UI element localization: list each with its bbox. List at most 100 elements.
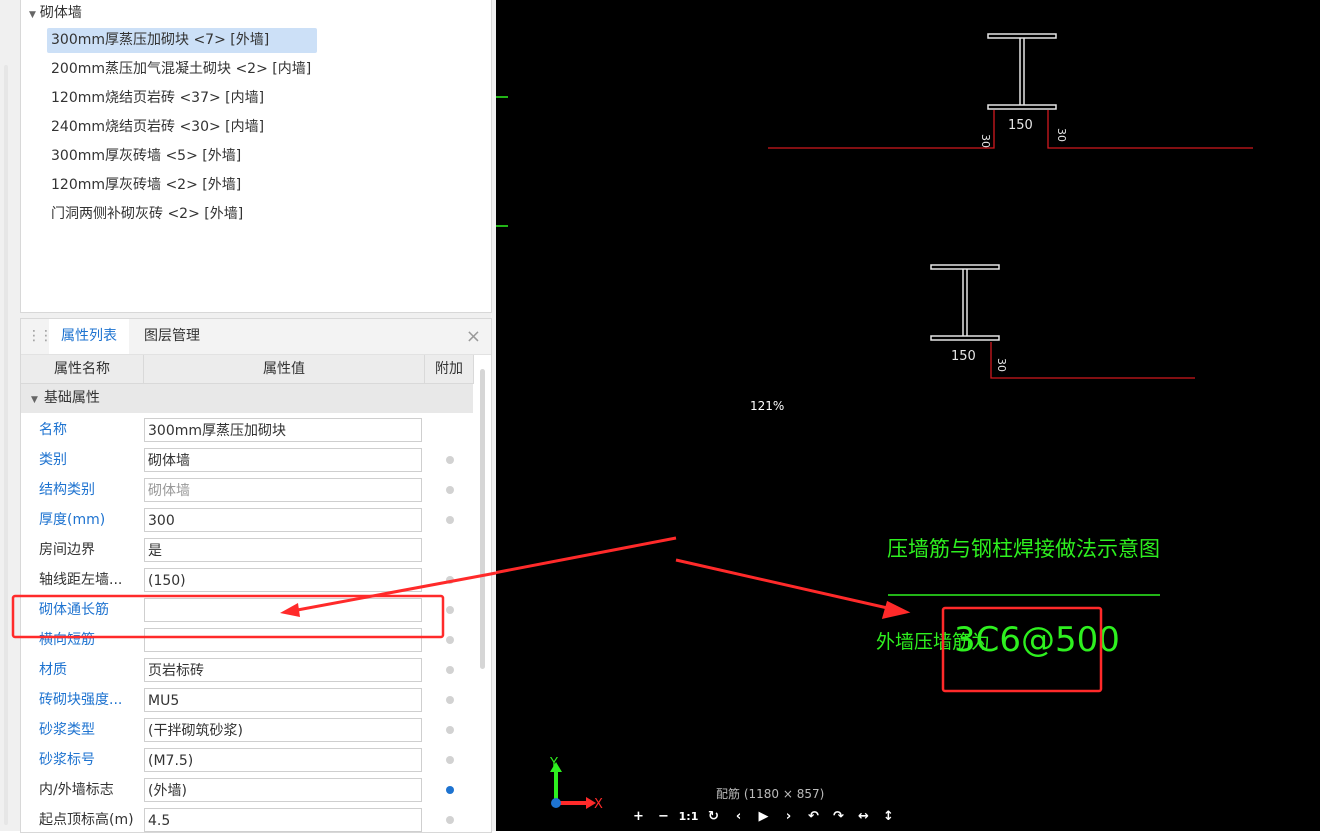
actual-size-button[interactable]: 1:1 bbox=[676, 807, 701, 827]
property-value-input[interactable]: (M7.5) bbox=[144, 748, 422, 772]
undo-icon[interactable]: ↶ bbox=[801, 807, 826, 827]
property-name: 类别 bbox=[39, 452, 67, 468]
tree-item[interactable]: 240mm烧结页岩砖 <30> [内墙] bbox=[47, 115, 270, 140]
property-row: 内/外墙标志 (外墙) bbox=[21, 775, 473, 805]
tree-item[interactable]: 120mm烧结页岩砖 <37> [内墙] bbox=[47, 86, 270, 111]
image-caption: 配筋 (1180 × 857) bbox=[716, 787, 825, 801]
tree-item[interactable]: 200mm蒸压加气混凝土砌块 <2> [内墙] bbox=[47, 57, 317, 82]
rebar-spec: 3C6@500 bbox=[954, 620, 1120, 660]
property-value-input[interactable]: 4.5 bbox=[144, 808, 422, 832]
attach-checkbox[interactable] bbox=[446, 636, 454, 644]
property-value-input[interactable] bbox=[144, 598, 422, 622]
property-value-input[interactable]: 砌体墙 bbox=[144, 448, 422, 472]
column-header-extra: 附加 bbox=[425, 355, 474, 384]
property-name: 材质 bbox=[39, 662, 67, 678]
dimension-label: 30 bbox=[1055, 128, 1068, 142]
tab-layer-management[interactable]: 图层管理 bbox=[132, 319, 212, 354]
close-icon[interactable]: × bbox=[466, 319, 481, 354]
property-value-input[interactable]: 页岩标砖 bbox=[144, 658, 422, 682]
property-row: 砂浆类型 (干拌砌筑砂浆) bbox=[21, 715, 473, 745]
property-name: 内/外墙标志 bbox=[39, 782, 114, 798]
prev-icon[interactable]: ‹ bbox=[726, 807, 751, 827]
property-value-input[interactable] bbox=[144, 628, 422, 652]
left-panel: ▼ 砌体墙 300mm厚蒸压加砌块 <7> [外墙] 200mm蒸压加气混凝土砌块… bbox=[0, 0, 496, 833]
tree-group-header[interactable]: ▼ 砌体墙 bbox=[29, 2, 82, 24]
annotation-arrow bbox=[496, 536, 911, 620]
property-row: 厚度(mm) 300 bbox=[21, 505, 473, 535]
property-row: 名称 300mm厚蒸压加砌块 bbox=[21, 415, 473, 445]
wall-line-2 bbox=[990, 342, 1195, 379]
property-name: 轴线距左墙... bbox=[39, 572, 123, 588]
component-tree: ▼ 砌体墙 300mm厚蒸压加砌块 <7> [外墙] 200mm蒸压加气混凝土砌块… bbox=[20, 0, 492, 313]
attach-checkbox-checked[interactable] bbox=[446, 786, 454, 794]
tab-property-list[interactable]: 属性列表 bbox=[49, 319, 129, 354]
zoom-out-button[interactable]: − bbox=[651, 807, 676, 827]
next-icon[interactable]: › bbox=[776, 807, 801, 827]
flip-vertical-icon[interactable]: ↕ bbox=[876, 807, 901, 827]
property-row: 结构类别 砌体墙 bbox=[21, 475, 473, 505]
tree-item[interactable]: 300mm厚蒸压加砌块 <7> [外墙] bbox=[47, 28, 317, 53]
property-row: 砖砌块强度... MU5 bbox=[21, 685, 473, 715]
zoom-level: 121% bbox=[750, 399, 785, 413]
flip-horizontal-icon[interactable]: ↔ bbox=[851, 807, 876, 827]
cad-drawing: 150 30 30 150 30 压墙筋与钢柱焊接做法示意图 外墙压墙筋为 3C… bbox=[496, 33, 1253, 812]
property-name: 砌体通长筋 bbox=[39, 602, 109, 618]
dimension-label: 150 bbox=[951, 349, 976, 364]
property-name: 砂浆标号 bbox=[39, 752, 95, 768]
property-row: 横向短筋 bbox=[21, 625, 473, 655]
property-value-input[interactable]: (干拌砌筑砂浆) bbox=[144, 718, 422, 742]
attach-checkbox[interactable] bbox=[446, 486, 454, 494]
attach-checkbox[interactable] bbox=[446, 666, 454, 674]
attach-checkbox[interactable] bbox=[446, 726, 454, 734]
property-row: 类别 砌体墙 bbox=[21, 445, 473, 475]
property-value-input[interactable]: 是 bbox=[144, 538, 422, 562]
cad-viewport[interactable]: 150 30 30 150 30 压墙筋与钢柱焊接做法示意图 外墙压墙筋为 3C… bbox=[496, 0, 1320, 831]
rotate-icon[interactable]: ↻ bbox=[701, 807, 726, 827]
property-value-input[interactable]: (外墙) bbox=[144, 778, 422, 802]
drag-handle-icon[interactable]: ⋮⋮ bbox=[27, 328, 53, 344]
axis-gizmo: Y X bbox=[549, 756, 603, 812]
attach-checkbox[interactable] bbox=[446, 816, 454, 824]
attach-checkbox[interactable] bbox=[446, 456, 454, 464]
property-value-input[interactable]: 300mm厚蒸压加砌块 bbox=[144, 418, 422, 442]
section-label: 基础属性 bbox=[43, 390, 100, 406]
expand-arrow-icon[interactable]: ▼ bbox=[29, 10, 36, 20]
tree-item[interactable]: 300mm厚灰砖墙 <5> [外墙] bbox=[47, 144, 247, 169]
axis-x-label: X bbox=[594, 797, 603, 812]
steel-column-detail-2 bbox=[930, 264, 1000, 341]
dimension-label: 30 bbox=[979, 134, 992, 148]
expand-arrow-icon[interactable]: ▼ bbox=[31, 395, 38, 405]
property-tabbar: ⋮⋮ 属性列表 图层管理 × bbox=[21, 319, 491, 355]
property-row: 房间边界 是 bbox=[21, 535, 473, 565]
property-value-input[interactable]: 300 bbox=[144, 508, 422, 532]
tree-item[interactable]: 门洞两侧补砌灰砖 <2> [外墙] bbox=[47, 202, 249, 227]
steel-column-detail-1 bbox=[987, 33, 1057, 110]
tree-item[interactable]: 120mm厚灰砖墙 <2> [外墙] bbox=[47, 173, 247, 198]
property-name: 砖砌块强度... bbox=[39, 692, 123, 708]
left-scrollbar[interactable] bbox=[4, 65, 8, 825]
redo-icon[interactable]: ↷ bbox=[826, 807, 851, 827]
property-value-input[interactable]: 砌体墙 bbox=[144, 478, 422, 502]
attach-checkbox[interactable] bbox=[446, 516, 454, 524]
property-value-input[interactable]: MU5 bbox=[144, 688, 422, 712]
property-name: 房间边界 bbox=[39, 542, 95, 558]
property-name: 厚度(mm) bbox=[39, 512, 106, 528]
section-basic-properties[interactable]: ▼ 基础属性 bbox=[21, 384, 473, 413]
attach-checkbox[interactable] bbox=[446, 606, 454, 614]
drawing-title: 压墙筋与钢柱焊接做法示意图 bbox=[887, 537, 1160, 561]
attach-checkbox[interactable] bbox=[446, 756, 454, 764]
column-header-name: 属性名称 bbox=[21, 355, 144, 384]
axis-y-label: Y bbox=[549, 756, 558, 771]
attach-checkbox[interactable] bbox=[446, 696, 454, 704]
attach-checkbox[interactable] bbox=[446, 576, 454, 584]
property-row: 轴线距左墙... (150) bbox=[21, 565, 473, 595]
property-scrollbar[interactable] bbox=[480, 369, 485, 669]
property-name: 砂浆类型 bbox=[39, 722, 95, 738]
play-icon[interactable]: ▶ bbox=[751, 807, 776, 827]
property-value-input[interactable]: (150) bbox=[144, 568, 422, 592]
column-header-value: 属性值 bbox=[144, 355, 425, 384]
zoom-in-button[interactable]: + bbox=[626, 807, 651, 827]
property-name: 横向短筋 bbox=[39, 632, 95, 648]
property-panel: ⋮⋮ 属性列表 图层管理 × 属性名称 属性值 附加 ▼ 基础属性 名称 300m… bbox=[20, 318, 492, 833]
property-row: 材质 页岩标砖 bbox=[21, 655, 473, 685]
